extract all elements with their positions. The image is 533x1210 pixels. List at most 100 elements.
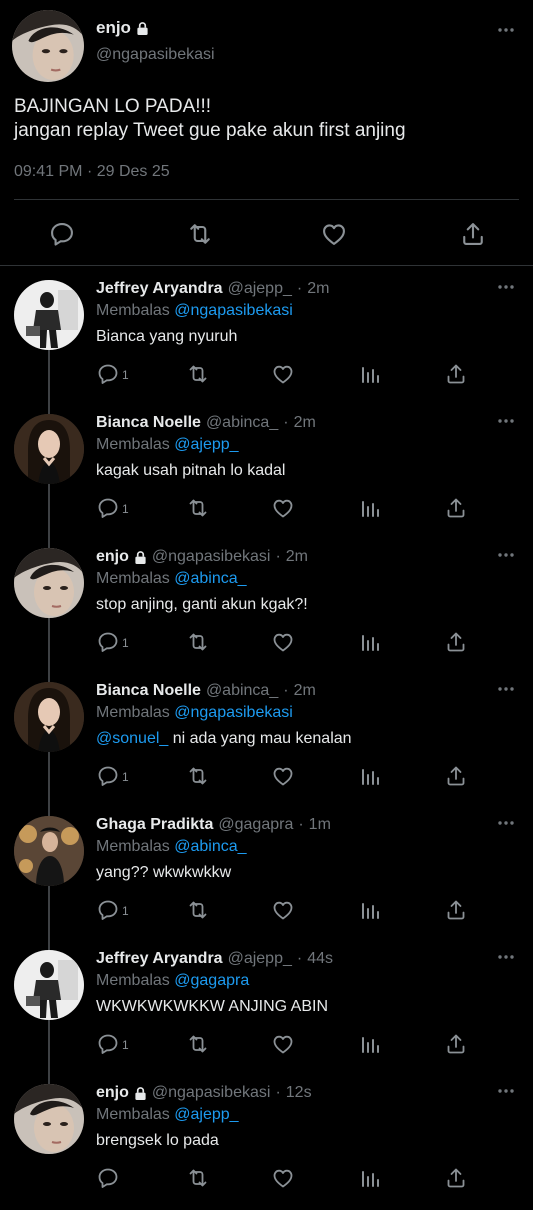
analytics-button[interactable]	[358, 764, 382, 788]
like-button[interactable]	[271, 898, 295, 922]
like-icon[interactable]	[320, 220, 348, 248]
more-icon[interactable]	[497, 954, 515, 960]
reply-tweet[interactable]: enjo @ngapasibekasi · 12s Membalas @ajep…	[0, 1076, 533, 1210]
reply-button[interactable]: 1	[96, 764, 129, 788]
handle[interactable]: @ngapasibekasi	[96, 46, 215, 64]
display-name[interactable]: Bianca Noelle	[96, 414, 201, 432]
display-name[interactable]: Ghaga Pradikta	[96, 816, 213, 834]
display-name[interactable]: enjo	[96, 548, 129, 566]
timestamp[interactable]: 2m	[307, 280, 329, 298]
more-icon[interactable]	[497, 686, 515, 692]
timestamp[interactable]: 2m	[286, 548, 308, 566]
reply-icon[interactable]	[48, 220, 76, 248]
share-icon[interactable]	[459, 220, 487, 248]
handle[interactable]: @abinca_	[206, 682, 278, 700]
reply-button[interactable]: 1	[96, 496, 129, 520]
display-name[interactable]: Bianca Noelle	[96, 682, 201, 700]
retweet-button[interactable]	[186, 1032, 210, 1056]
reply-tweet[interactable]: Bianca Noelle @abinca_ · 2m Membalas @aj…	[0, 406, 533, 540]
like-button[interactable]	[271, 764, 295, 788]
analytics-button[interactable]	[358, 496, 382, 520]
like-icon	[271, 1032, 295, 1056]
like-button[interactable]	[271, 496, 295, 520]
share-button[interactable]	[444, 764, 468, 788]
handle[interactable]: @ngapasibekasi	[152, 1084, 271, 1102]
replying-to-link[interactable]: @gagapra	[174, 972, 249, 989]
display-name[interactable]: Jeffrey Aryandra	[96, 950, 223, 968]
tweet-timestamp[interactable]: 09:41 PM · 29 Des 25	[14, 163, 170, 181]
analytics-button[interactable]	[358, 630, 382, 654]
replying-to-link[interactable]: @abinca_	[174, 570, 246, 587]
display-name[interactable]: enjo	[96, 1084, 129, 1102]
more-icon[interactable]	[497, 552, 515, 558]
like-button[interactable]	[271, 1166, 295, 1190]
replying-to-link[interactable]: @ngapasibekasi	[174, 302, 293, 319]
share-button[interactable]	[444, 1166, 468, 1190]
handle[interactable]: @ngapasibekasi	[152, 548, 271, 566]
timestamp[interactable]: 2m	[294, 414, 316, 432]
like-button[interactable]	[271, 362, 295, 386]
more-icon[interactable]	[497, 284, 515, 290]
analytics-button[interactable]	[358, 362, 382, 386]
reply-button[interactable]: 1	[96, 898, 129, 922]
handle[interactable]: @ajepp_	[228, 950, 292, 968]
like-button[interactable]	[271, 1032, 295, 1056]
avatar[interactable]	[14, 414, 84, 484]
replying-to-link[interactable]: @abinca_	[174, 838, 246, 855]
reply-icon	[96, 1032, 120, 1056]
display-name[interactable]: enjo	[96, 18, 149, 38]
analytics-button[interactable]	[358, 1166, 382, 1190]
more-icon[interactable]	[497, 820, 515, 826]
retweet-button[interactable]	[186, 1166, 210, 1190]
more-icon[interactable]	[497, 27, 515, 33]
reply-icon	[96, 362, 120, 386]
analytics-button[interactable]	[358, 898, 382, 922]
like-button[interactable]	[271, 630, 295, 654]
retweet-button[interactable]	[186, 496, 210, 520]
share-button[interactable]	[444, 362, 468, 386]
reply-tweet[interactable]: Ghaga Pradikta @gagapra · 1m Membalas @a…	[0, 808, 533, 942]
avatar[interactable]	[14, 682, 84, 752]
replying-to-link[interactable]: @ngapasibekasi	[174, 704, 293, 721]
handle[interactable]: @gagapra	[218, 816, 293, 834]
display-name-text[interactable]: enjo	[96, 18, 131, 38]
avatar[interactable]	[12, 10, 84, 82]
reply-tweet[interactable]: Jeffrey Aryandra @ajepp_ · 44s Membalas …	[0, 942, 533, 1076]
more-icon[interactable]	[497, 418, 515, 424]
retweet-button[interactable]	[186, 630, 210, 654]
handle[interactable]: @ajepp_	[228, 280, 292, 298]
avatar[interactable]	[14, 950, 84, 1020]
timestamp[interactable]: 2m	[294, 682, 316, 700]
avatar[interactable]	[14, 1084, 84, 1154]
reply-tweet[interactable]: Jeffrey Aryandra @ajepp_ · 2m Membalas @…	[0, 272, 533, 406]
timestamp[interactable]: 12s	[286, 1084, 312, 1102]
retweet-button[interactable]	[186, 764, 210, 788]
retweet-button[interactable]	[186, 362, 210, 386]
reply-button[interactable]	[96, 1166, 122, 1190]
reply-tweet[interactable]: Bianca Noelle @abinca_ · 2m Membalas @ng…	[0, 674, 533, 808]
reply-button[interactable]: 1	[96, 362, 129, 386]
avatar[interactable]	[14, 548, 84, 618]
retweet-icon[interactable]	[186, 220, 214, 248]
mention-link[interactable]: @sonuel_	[96, 730, 168, 747]
avatar[interactable]	[14, 280, 84, 350]
display-name[interactable]: Jeffrey Aryandra	[96, 280, 223, 298]
replying-label: Membalas	[96, 972, 170, 989]
handle[interactable]: @abinca_	[206, 414, 278, 432]
reply-button[interactable]: 1	[96, 1032, 129, 1056]
retweet-button[interactable]	[186, 898, 210, 922]
replying-to-link[interactable]: @ajepp_	[174, 1106, 238, 1123]
reply-button[interactable]: 1	[96, 630, 129, 654]
share-button[interactable]	[444, 1032, 468, 1056]
analytics-icon	[358, 1032, 382, 1056]
timestamp[interactable]: 1m	[309, 816, 331, 834]
share-button[interactable]	[444, 898, 468, 922]
reply-tweet[interactable]: enjo @ngapasibekasi · 2m Membalas @abinc…	[0, 540, 533, 674]
analytics-button[interactable]	[358, 1032, 382, 1056]
share-button[interactable]	[444, 496, 468, 520]
timestamp[interactable]: 44s	[307, 950, 333, 968]
more-icon[interactable]	[497, 1088, 515, 1094]
avatar[interactable]	[14, 816, 84, 886]
replying-to-link[interactable]: @ajepp_	[174, 436, 238, 453]
share-button[interactable]	[444, 630, 468, 654]
